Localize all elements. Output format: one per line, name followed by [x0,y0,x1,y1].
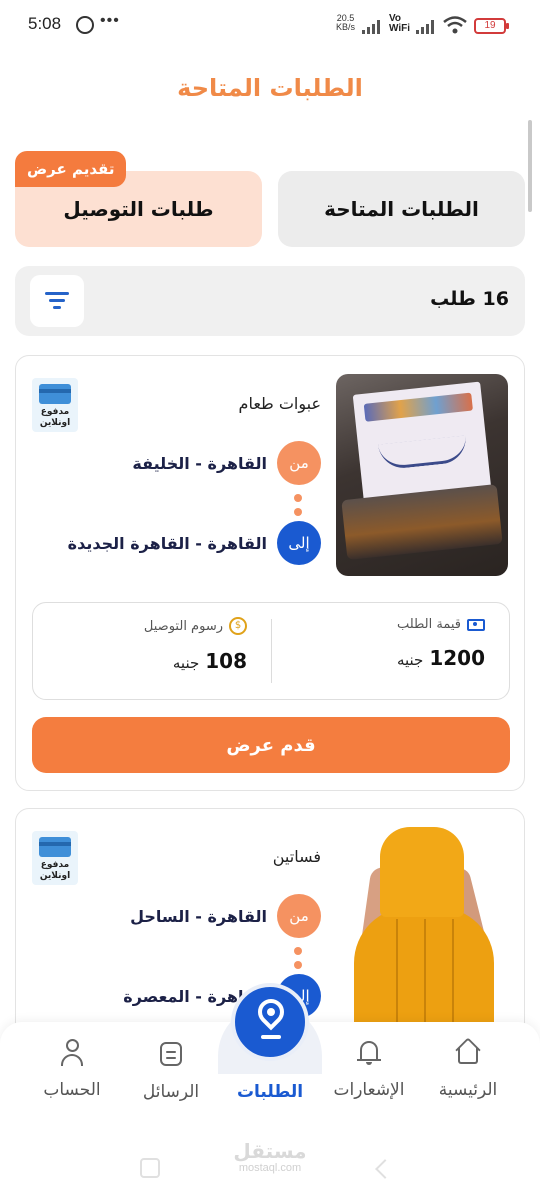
pickup-address: القاهرة - الخليفة [132,453,267,473]
status-bar: 5:08 ••• 20.5 KB/s Vo WiFi 19 [0,0,540,52]
tab-available-orders[interactable]: الطلبات المتاحة [278,171,525,247]
user-icon [58,1038,86,1066]
dropoff-address: القاهرة - القاهرة الجديدة [67,533,267,553]
delivery-fee-amount: 108 [205,649,247,673]
pickup-address: القاهرة - الساحل [130,906,267,926]
credit-card-icon [39,837,71,857]
paid-online-badge: مدفوع اونلاين [32,378,78,432]
signal-icon [362,20,384,34]
network-speed: 20.5 KB/s [336,14,355,32]
vowifi-bottom: WiFi [389,23,411,34]
delivery-fee: $ رسوم التوصيل 108 جنيه [47,617,247,673]
paid-online-line2: اونلاين [39,871,71,881]
route-dot [294,508,302,516]
currency-label: جنيه [396,651,424,669]
home-icon [454,1037,482,1066]
nav-item-home[interactable]: الرئيسية [418,1037,518,1100]
nav-label-account: الحساب [43,1080,101,1100]
order-category: فساتين [272,847,321,866]
nav-item-account[interactable]: الحساب [22,1038,122,1100]
to-marker: إلى [277,521,321,565]
nav-item-orders[interactable]: الطلبات [220,1068,320,1102]
network-speed-unit: KB/s [336,22,356,32]
orders-count: 16 طلب [430,288,509,310]
message-icon [157,1040,185,1068]
order-card[interactable]: مدفوع اونلاين عبوات طعام من القاهرة - ال… [15,355,525,791]
paid-online-badge: مدفوع اونلاين [32,831,78,885]
credit-card-icon [39,384,71,404]
filter-button[interactable] [30,275,84,327]
order-category: عبوات طعام [238,394,321,413]
route-dot [294,961,302,969]
page-title: الطلبات المتاحة [177,74,363,102]
submit-offer-button[interactable]: قدم عرض [32,717,510,773]
paid-online-line1: مدفوع [40,407,70,417]
route-dot [294,494,302,502]
cash-icon [467,618,485,631]
wifi-icon [443,16,467,34]
battery-icon: 19 [474,18,509,34]
nav-label-orders: الطلبات [236,1082,304,1102]
watermark-sub: mostaql.com [238,1162,302,1174]
status-time: 5:08 [28,14,62,33]
vowifi-indicator: Vo WiFi [389,14,410,34]
watermark-text: مستقل [233,1139,307,1163]
watermark: مستقل mostaql.com [0,1140,540,1174]
paid-online-line2: اونلاين [39,418,71,428]
price-summary: قيمة الطلب 1200 جنيه $ رسوم التوصيل 108 … [32,602,510,700]
filter-icon [45,292,69,295]
orders-count-bar: 16 طلب [15,266,525,336]
from-marker: من [277,894,321,938]
order-image [336,374,508,576]
route-dot [294,947,302,955]
more-notifications-icon: ••• [100,12,120,29]
dropoff-location: إلى القاهرة - القاهرة الجديدة [68,520,321,566]
app-screen: 5:08 ••• 20.5 KB/s Vo WiFi 19 الطلبات ال… [0,0,540,1200]
order-image [336,827,508,1047]
whatsapp-icon [76,16,94,34]
nav-item-notifications[interactable]: الإشعارات [319,1038,419,1100]
delivery-fee-label: رسوم التوصيل [143,618,223,634]
pickup-location: من القاهرة - الساحل [130,893,321,939]
signal-icon-2 [416,20,438,34]
coin-icon: $ [229,617,247,635]
bell-icon [355,1038,383,1066]
divider [271,619,272,683]
nav-label-messages: الرسائل [142,1082,200,1102]
pickup-location: من القاهرة - الخليفة [132,440,321,486]
nav-label-notifications: الإشعارات [333,1080,405,1100]
currency-label: جنيه [172,654,200,672]
nav-item-messages[interactable]: الرسائل [121,1040,221,1102]
submit-offer-badge: تقديم عرض [15,151,127,187]
orders-fab[interactable] [231,983,309,1061]
nav-label-home: الرئيسية [438,1080,498,1100]
paid-online-line1: مدفوع [40,860,70,870]
order-value-label: قيمة الطلب [396,617,461,632]
scrollbar[interactable] [528,120,532,212]
from-marker: من [277,441,321,485]
order-value-amount: 1200 [429,646,485,670]
order-value: قيمة الطلب 1200 جنيه [285,617,485,670]
